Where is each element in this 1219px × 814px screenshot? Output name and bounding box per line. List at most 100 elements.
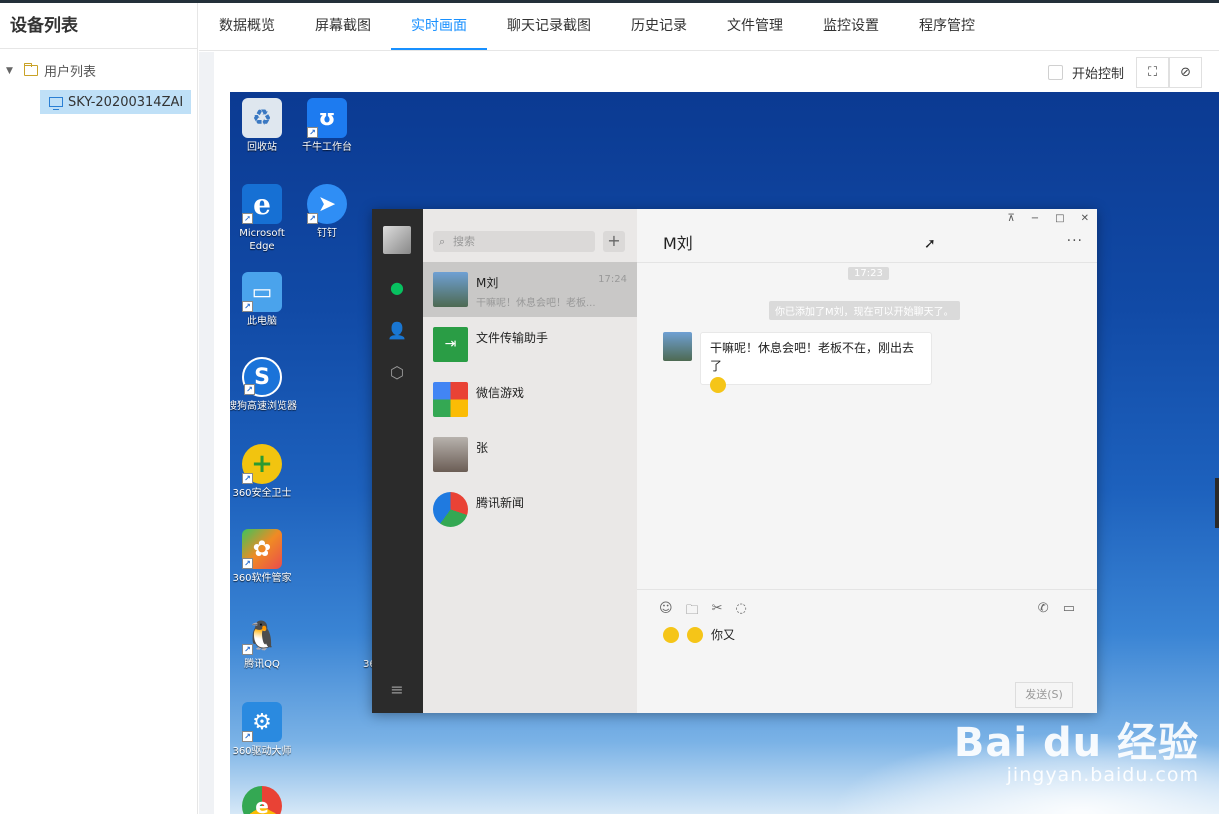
start-control-label[interactable]: 开始控制 [1072,63,1124,82]
video-call-icon[interactable]: ▭ [1063,601,1075,616]
menu-icon[interactable]: ≡ [387,679,407,699]
conversation-avatar [433,272,468,307]
expand-icon: ⛶ [1147,64,1158,80]
fullscreen-button[interactable]: ⛶ [1136,56,1170,88]
message-text: 干嘛呢！休息会吧！老板不在，刚出去了 [710,341,915,373]
thinking-emoji-icon [687,626,703,643]
desktop-icon-360-driver[interactable]: ⚙ ↗ 360驱动大师 [230,702,297,758]
scissors-icon[interactable]: ✂ [712,601,723,623]
add-chat-button[interactable]: + [603,231,625,252]
desktop-icon-label: 360安全卫士 [232,488,292,499]
input-text: 你又 [711,628,736,642]
shortcut-arrow-icon: ↗ [242,301,253,312]
pin-icon[interactable]: ⊼ [1007,213,1014,224]
emoji-icon[interactable]: ☺ [659,601,673,623]
file-transfer-icon: ⇥ [433,327,468,362]
conversation-preview: 干嘛呢！休息会吧！老板... [476,298,596,309]
wechat-nav-bar: ● 👤 ⬡ ≡ [372,209,423,713]
tab-live-view[interactable]: 实时画面 [391,3,487,50]
desktop-icon-label: 千牛工作台 [302,142,352,153]
wechat-games-icon [433,382,468,417]
search-icon: ⌕ [439,235,446,248]
wechat-window[interactable]: ● 👤 ⬡ ≡ ⌕ 搜索 + M刘 17:24 干嘛呢！休息会吧！老板... ⇥… [372,209,1097,713]
desktop-icon-edge[interactable]: e ↗ Microsoft Edge [230,184,297,253]
desktop-icon-recycle-bin[interactable]: ♻ 回收站 [230,98,297,154]
desktop-icon-qq[interactable]: 🐧 ↗ 腾讯QQ [230,615,297,671]
send-button[interactable]: 发送(S) [1015,682,1073,708]
conversation-name: M刘 [476,276,499,290]
wechat-user-avatar[interactable] [383,226,411,254]
content-gutter [199,52,214,814]
chat-tools: ☺ 🗀 ✂ ◌ [659,601,747,623]
tree-node-device[interactable]: SKY-20200314ZAI [40,90,191,114]
watermark-main: Bai du 经验 [953,720,1199,766]
maximize-icon[interactable]: □ [1055,213,1064,224]
desktop-icon-360-software[interactable]: ✿ ↗ 360软件管家 [230,529,297,585]
start-control-checkbox[interactable] [1048,64,1063,80]
search-placeholder: 搜索 [453,235,475,248]
conversation-item[interactable]: ⇥ 文件传输助手 [423,317,637,372]
monitor-icon [49,97,63,110]
edge-icon: e ↗ [242,184,282,224]
desktop-icon-sogou[interactable]: S ↗ 搜狗高速浏览器 [230,357,297,413]
close-icon[interactable]: ✕ [1081,213,1089,224]
conversation-name: 微信游戏 [476,386,525,400]
message-input[interactable]: 你又 [663,626,735,643]
caret-down-icon[interactable]: ▼ [6,66,18,76]
shortcut-arrow-icon: ↗ [307,213,318,224]
more-options-icon[interactable]: ··· [1067,233,1083,249]
cube-icon[interactable]: ⬡ [387,362,407,382]
tree-root-users[interactable]: ▼ 用户列表 [6,61,96,80]
window-controls: ⊼ − □ ✕ [1007,213,1089,224]
conversation-name: 文件传输助手 [476,331,549,345]
header-divider [637,262,1097,263]
desktop-icon-dingtalk[interactable]: ➤ ↗ 钉钉 [292,184,362,240]
desktop-icon-qianniu[interactable]: ʊ ↗ 千牛工作台 [292,98,362,154]
chat-bubble-icon[interactable]: ● [387,277,407,297]
wechat-search-input[interactable]: ⌕ 搜索 [433,231,595,252]
360-driver-icon: ⚙ ↗ [242,702,282,742]
tab-overview[interactable]: 数据概览 [199,3,295,50]
tab-monitor-settings[interactable]: 监控设置 [803,3,899,50]
conversation-item[interactable]: 张 [423,427,637,482]
unlink-icon: ⊘ [1180,64,1191,80]
sender-avatar[interactable] [663,332,692,361]
folder-icon[interactable]: 🗀 [686,601,699,623]
wechat-conversation-list: ⌕ 搜索 + M刘 17:24 干嘛呢！休息会吧！老板... ⇥ 文件传输助手 … [423,209,637,713]
desktop-icon-360-security[interactable]: + ↗ 360安全卫士 [230,444,297,500]
shortcut-arrow-icon: ↗ [242,731,253,742]
dingtalk-icon: ➤ ↗ [307,184,347,224]
contacts-icon[interactable]: 👤 [387,320,407,340]
minimize-icon[interactable]: − [1031,213,1039,224]
shortcut-arrow-icon: ↗ [242,644,253,655]
tab-history[interactable]: 历史记录 [611,3,707,50]
tree-root-label: 用户列表 [44,65,97,80]
desktop-icon-label: 腾讯QQ [244,659,280,670]
desktop-icon-this-pc[interactable]: ▭ ↗ 此电脑 [230,272,297,328]
desktop-icon-label: 此电脑 [247,316,277,327]
message-bubble: 干嘛呢！休息会吧！老板不在，刚出去了 [700,332,932,393]
disconnect-button[interactable]: ⊘ [1169,56,1203,88]
page-scrollbar[interactable] [1215,478,1219,528]
mouse-cursor-icon: ➚ [924,236,936,252]
message-timestamp: 17:23 [848,267,889,280]
desktop-icon-browser[interactable]: e [230,786,297,814]
conversation-item[interactable]: 微信游戏 [423,372,637,427]
tab-screenshots[interactable]: 屏幕截图 [295,3,391,50]
tab-chat-screenshots[interactable]: 聊天记录截图 [487,3,611,50]
conversation-item[interactable]: M刘 17:24 干嘛呢！休息会吧！老板... [423,262,637,317]
shortcut-arrow-icon: ↗ [307,127,318,138]
tab-program-control[interactable]: 程序管控 [899,3,995,50]
input-divider [637,589,1097,590]
tab-file-manager[interactable]: 文件管理 [707,3,803,50]
phone-icon[interactable]: ✆ [1038,601,1049,616]
conversation-item[interactable]: 腾讯新闻 [423,482,637,537]
chat-history-icon[interactable]: ◌ [735,601,746,623]
remote-desktop-view[interactable]: ♻ 回收站 ʊ ↗ 千牛工作台 e ↗ Microsoft Edge ➤ ↗ 钉钉 ▭… [230,92,1219,814]
chat-title: M刘 [663,234,693,253]
qianniu-icon: ʊ ↗ [307,98,347,138]
conversation-avatar [433,437,468,472]
wechat-chat-panel: M刘 ⊼ − □ ✕ ··· 17:23 你已添加了M刘，现在可以开始聊天了。 … [637,209,1097,713]
360-security-icon: + ↗ [242,444,282,484]
tencent-news-icon [433,492,468,527]
